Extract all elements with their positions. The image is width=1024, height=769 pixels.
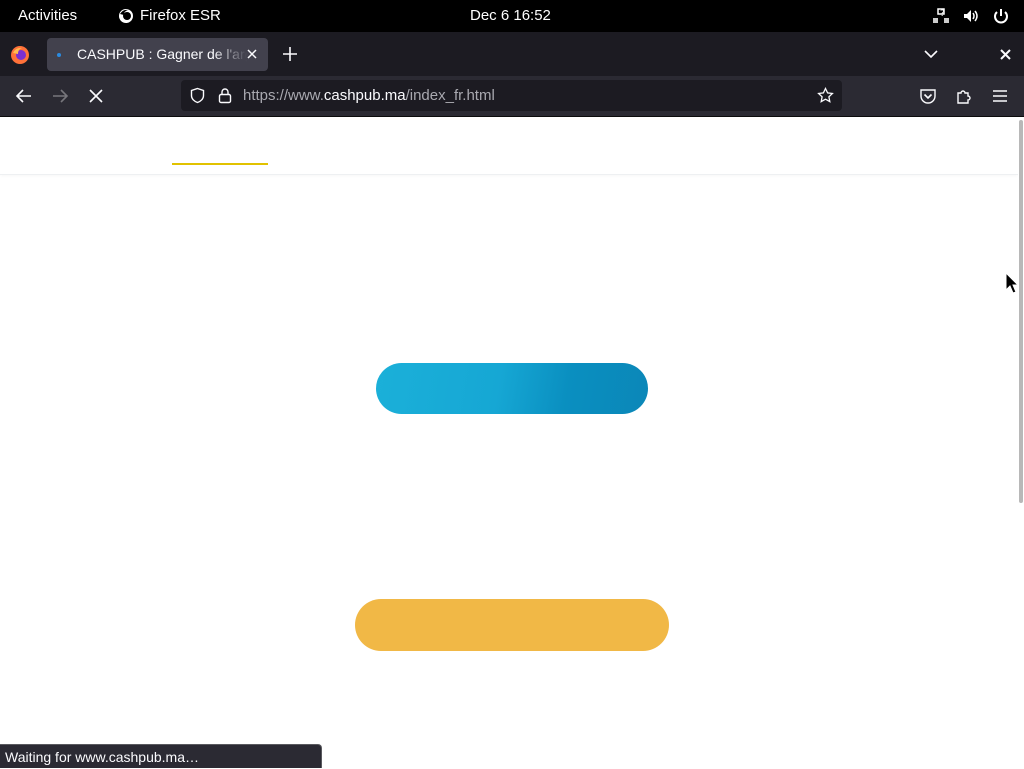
network-unknown-icon[interactable]: ? xyxy=(932,7,950,25)
pocket-icon[interactable] xyxy=(919,87,937,105)
system-tray[interactable]: ? xyxy=(932,7,1010,25)
stop-loading-icon[interactable] xyxy=(86,86,106,106)
secondary-cta-button[interactable] xyxy=(355,599,669,651)
hamburger-menu-icon[interactable] xyxy=(991,87,1009,105)
url-domain: cashpub.ma xyxy=(323,87,406,104)
address-bar[interactable]: https://www.cashpub.ma/index_fr.html xyxy=(181,80,842,111)
firefox-view-icon[interactable] xyxy=(10,45,30,65)
page-scrollbar-thumb[interactable] xyxy=(1019,120,1023,503)
app-menu-label: Firefox ESR xyxy=(140,7,221,24)
window-close-icon[interactable] xyxy=(998,47,1013,62)
tab-close-icon[interactable] xyxy=(245,47,259,61)
primary-cta-button[interactable] xyxy=(376,363,648,414)
tracking-protection-shield-icon[interactable] xyxy=(189,87,206,104)
clock[interactable]: Dec 6 16:52 xyxy=(470,0,551,32)
tab-loading-icon xyxy=(57,53,61,57)
power-icon[interactable] xyxy=(992,7,1010,25)
url-text[interactable]: https://www.cashpub.ma/index_fr.html xyxy=(243,80,495,111)
list-all-tabs-chevron-icon[interactable] xyxy=(923,47,939,61)
site-header xyxy=(0,117,1018,175)
extensions-puzzle-icon[interactable] xyxy=(955,87,973,105)
tab-title: CASHPUB : Gagner de l'argent xyxy=(77,46,247,62)
forward-arrow-icon[interactable] xyxy=(50,86,70,106)
padlock-icon[interactable] xyxy=(217,87,233,104)
web-page-content xyxy=(0,117,1018,768)
bookmark-star-icon[interactable] xyxy=(817,87,834,104)
active-nav-indicator xyxy=(172,163,268,165)
system-top-bar: Activities Firefox ESR Dec 6 16:52 ? xyxy=(0,0,1024,32)
mouse-pointer-icon xyxy=(1005,272,1019,294)
svg-text:?: ? xyxy=(940,9,945,19)
url-path: /index_fr.html xyxy=(405,87,495,104)
tab-cashpub[interactable]: CASHPUB : Gagner de l'argent xyxy=(47,38,268,71)
volume-icon[interactable] xyxy=(962,7,980,25)
app-menu[interactable]: Firefox ESR xyxy=(118,0,221,32)
url-prefix: https://www. xyxy=(243,87,324,104)
new-tab-plus-icon[interactable] xyxy=(281,45,299,63)
firefox-app-icon xyxy=(119,9,133,23)
activities-button[interactable]: Activities xyxy=(18,0,77,32)
back-arrow-icon[interactable] xyxy=(14,86,34,106)
status-panel: Waiting for www.cashpub.ma… xyxy=(0,744,322,768)
